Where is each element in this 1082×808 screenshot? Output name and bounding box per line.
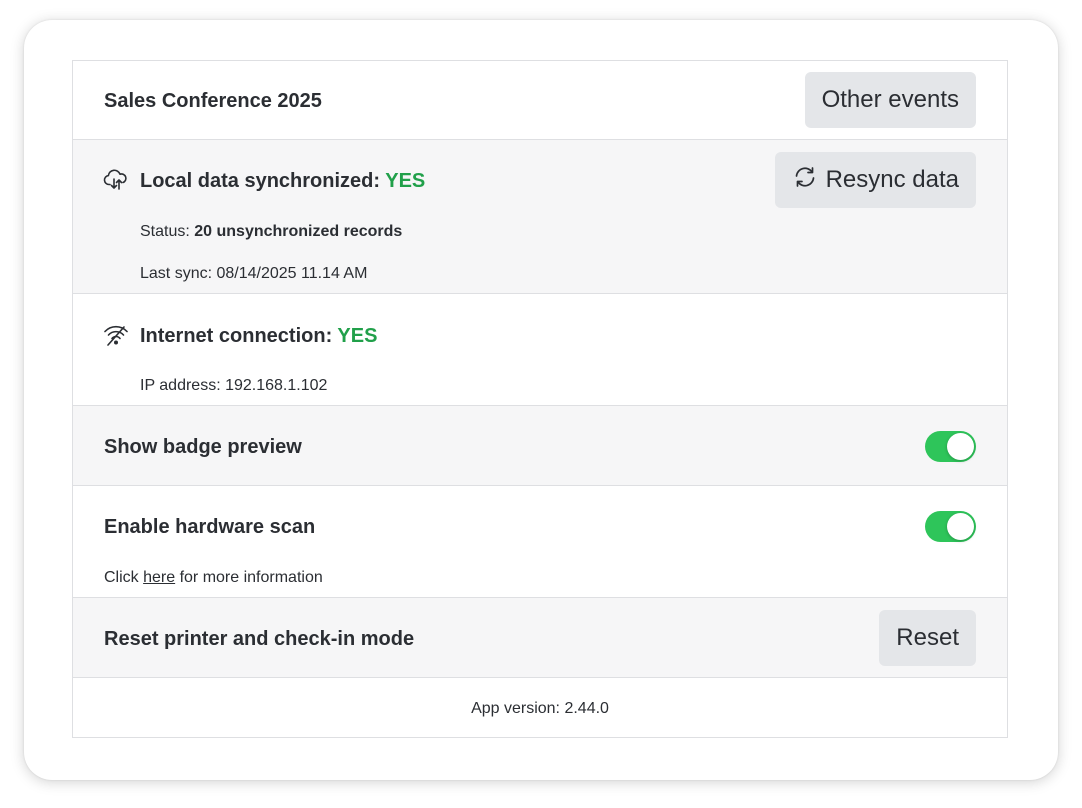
sync-status-value: YES — [385, 170, 426, 192]
settings-panel: Sales Conference 2025 Other events Local… — [72, 60, 1008, 738]
badge-preview-toggle[interactable] — [925, 431, 976, 462]
internet-status-value: YES — [337, 325, 378, 347]
hardware-scan-row: Enable hardware scan Click here for more… — [73, 486, 1007, 598]
reset-row: Reset printer and check-in mode Reset — [73, 598, 1007, 678]
internet-status-prefix: Internet connection: — [140, 325, 338, 347]
cloud-sync-icon — [103, 167, 129, 193]
footer-row: App version: 2.44.0 — [73, 678, 1007, 737]
resync-data-button[interactable]: Resync data — [774, 152, 976, 208]
info-suffix: for more information — [175, 569, 323, 586]
sync-status-line: Status: 20 unsynchronized records — [140, 223, 402, 241]
info-prefix: Click — [104, 569, 144, 586]
last-sync-text: Last sync: 08/14/2025 11.14 AM — [140, 265, 368, 282]
event-title: Sales Conference 2025 — [104, 90, 322, 112]
reset-label: Reset printer and check-in mode — [104, 628, 415, 650]
hardware-scan-toggle[interactable] — [925, 511, 976, 542]
toggle-knob — [947, 433, 974, 460]
sync-status-title: Local data synchronized: YES — [140, 170, 425, 193]
refresh-icon — [792, 164, 818, 197]
toggle-knob — [947, 513, 974, 540]
other-events-button[interactable]: Other events — [804, 72, 976, 128]
internet-row: Internet connection: YES IP address: 192… — [73, 294, 1007, 406]
sync-row: Local data synchronized: YES Resync data… — [73, 140, 1007, 294]
device-frame: Sales Conference 2025 Other events Local… — [24, 20, 1058, 780]
internet-status-title: Internet connection: YES — [140, 325, 377, 348]
resync-data-label: Resync data — [825, 166, 959, 193]
wifi-off-icon — [103, 322, 129, 348]
sync-status-prefix: Local data synchronized: — [140, 170, 386, 192]
badge-preview-label: Show badge preview — [104, 436, 302, 458]
status-label: Status: — [140, 223, 195, 240]
event-header-row: Sales Conference 2025 Other events — [73, 61, 1007, 140]
status-value: 20 unsynchronized records — [194, 223, 403, 240]
reset-button[interactable]: Reset — [879, 610, 976, 666]
badge-preview-row: Show badge preview — [73, 406, 1007, 486]
app-version: App version: 2.44.0 — [471, 700, 609, 717]
hardware-scan-info: Click here for more information — [104, 569, 323, 587]
hardware-scan-label: Enable hardware scan — [104, 516, 316, 538]
more-info-link[interactable]: here — [143, 569, 175, 586]
ip-address-text: IP address: 192.168.1.102 — [140, 377, 328, 394]
